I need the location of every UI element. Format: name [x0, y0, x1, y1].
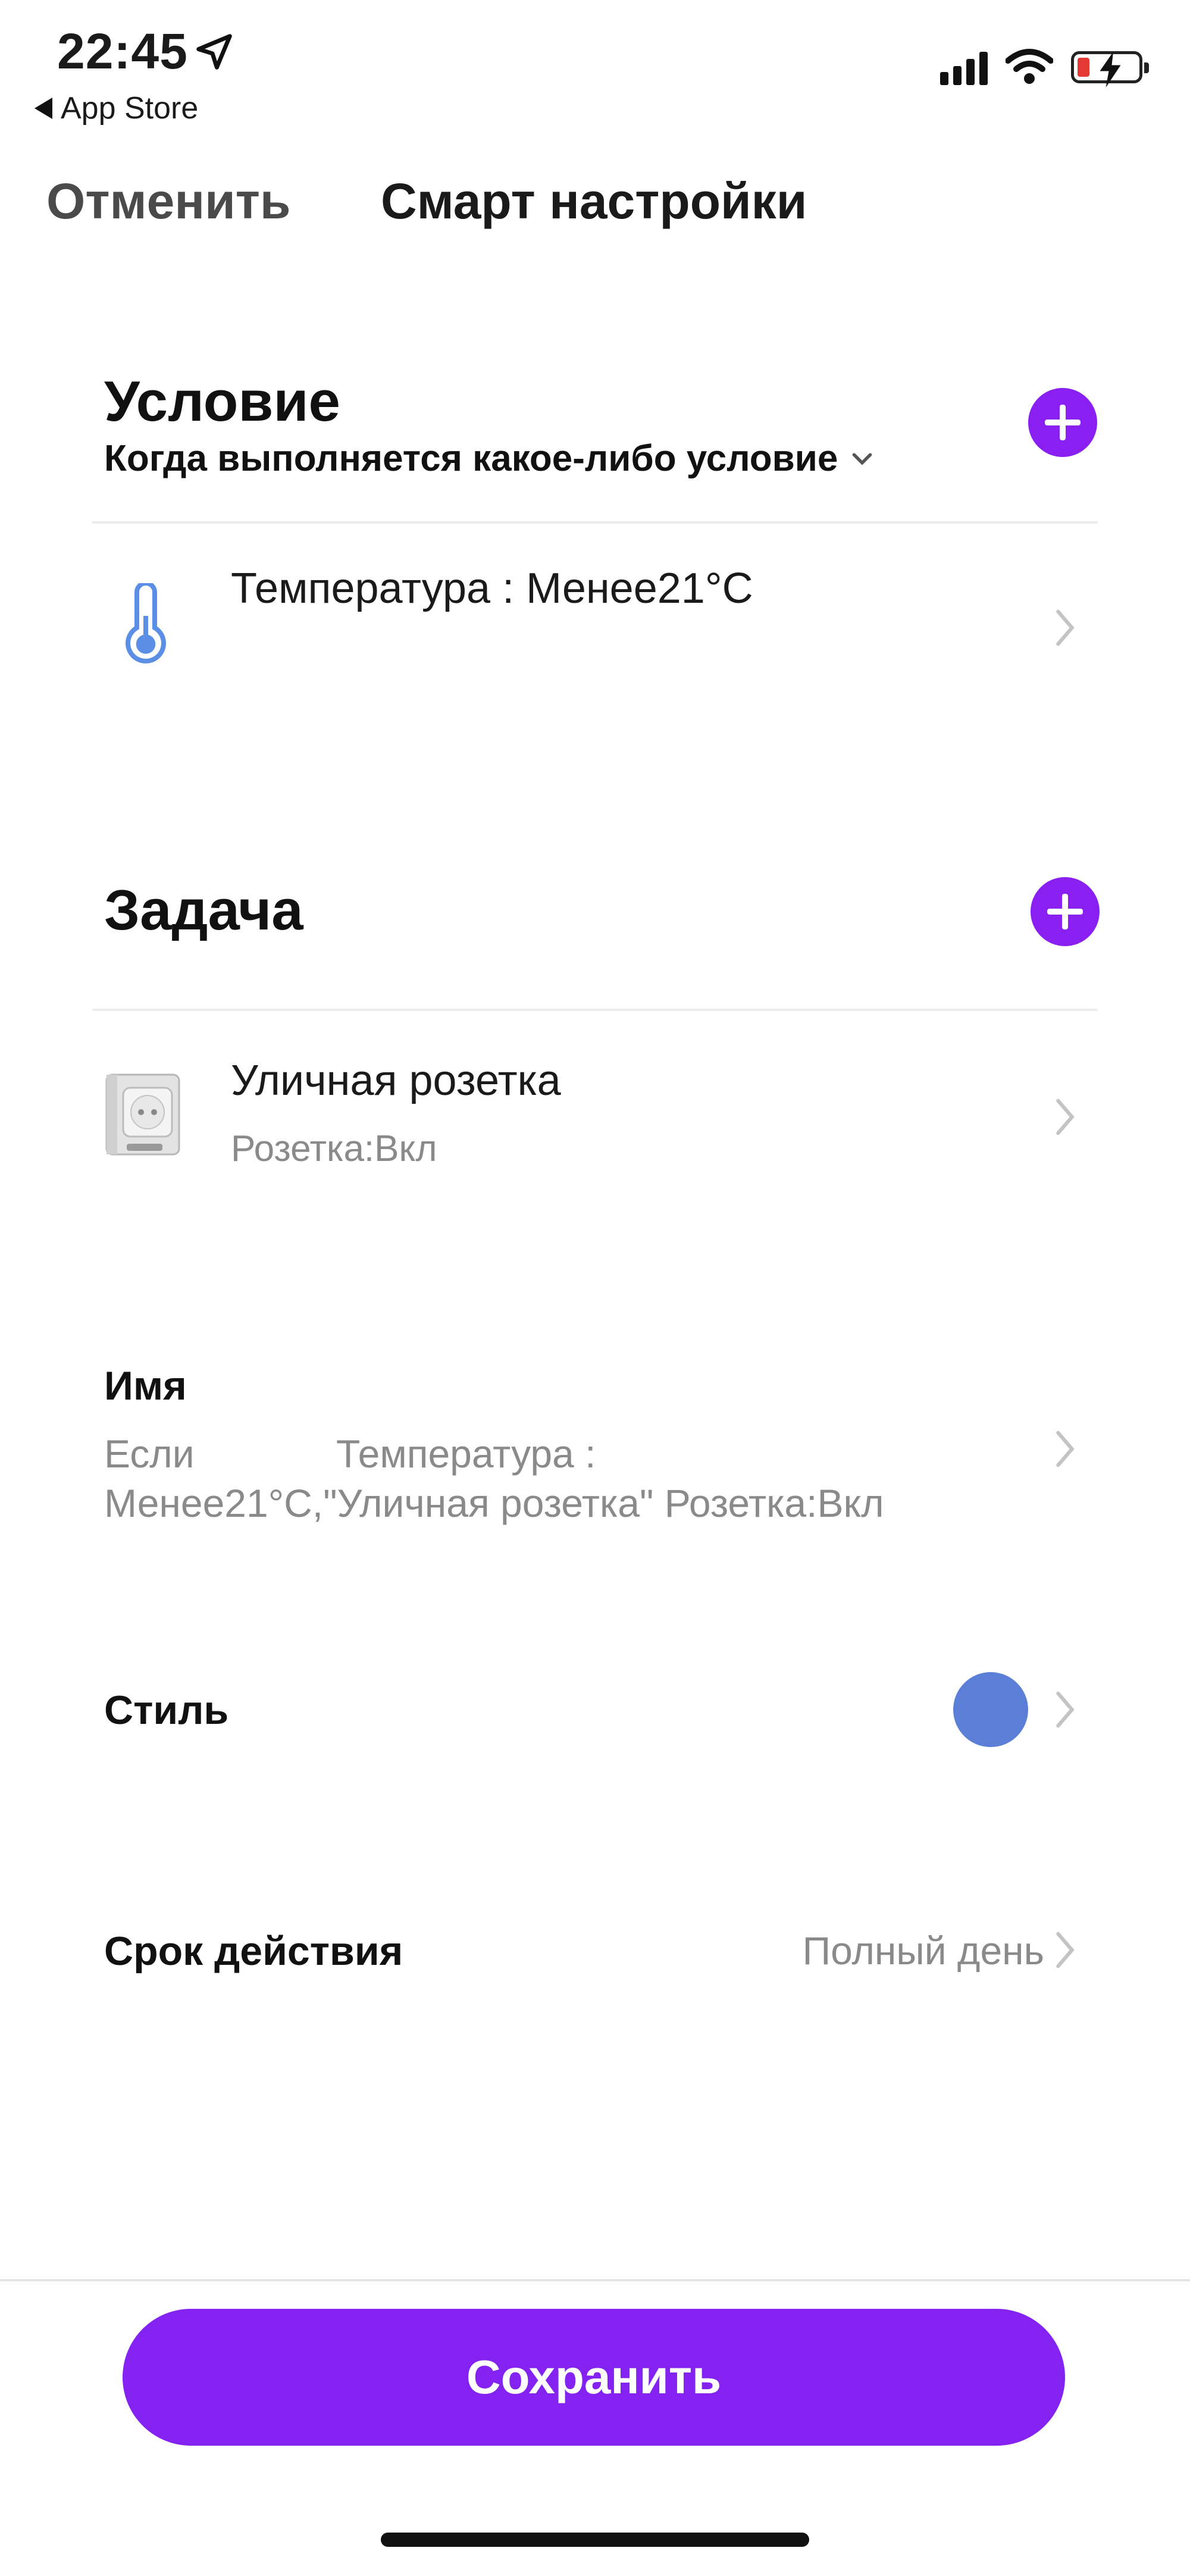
back-triangle-icon — [35, 98, 52, 119]
footer-divider — [0, 2279, 1190, 2281]
back-app-label: App Store — [61, 91, 199, 126]
page-title: Смарт настройки — [381, 173, 807, 229]
validity-label: Срок действия — [104, 1929, 403, 1974]
status-time: 22:45 — [57, 23, 188, 79]
thermometer-icon — [126, 583, 166, 663]
task-device-title: Уличная розетка — [231, 1057, 561, 1104]
name-row[interactable]: Имя Если Температура : Менее21°C,"Улична… — [92, 1345, 1098, 1559]
task-row[interactable]: Уличная розетка Розетка:Вкл — [92, 1023, 1098, 1202]
style-row[interactable]: Стиль — [92, 1660, 1098, 1761]
wifi-icon — [1006, 49, 1053, 84]
divider — [92, 521, 1098, 524]
add-condition-button[interactable] — [1028, 388, 1097, 457]
name-value-line1: Если Температура : — [104, 1432, 596, 1476]
save-button[interactable]: Сохранить — [123, 2309, 1065, 2446]
cellular-signal-icon — [940, 49, 988, 85]
divider — [92, 1009, 1098, 1011]
chevron-down-icon — [853, 452, 872, 465]
location-arrow-icon — [196, 34, 232, 70]
condition-mode-label: Когда выполняется какое-либо условие — [104, 438, 838, 479]
name-label: Имя — [104, 1363, 187, 1408]
condition-title: Температура : Менее21°C — [231, 565, 753, 612]
style-label: Стиль — [104, 1688, 229, 1733]
chevron-right-icon — [1056, 1932, 1075, 1968]
status-indicators — [940, 49, 1149, 87]
charging-bolt-icon — [1100, 52, 1121, 87]
validity-value: Полный день — [802, 1929, 1044, 1973]
outdoor-socket-icon — [105, 1073, 180, 1156]
condition-heading: Условие — [104, 370, 340, 433]
chevron-right-icon — [1056, 1691, 1075, 1728]
chevron-right-icon — [1056, 1098, 1075, 1135]
cancel-button[interactable]: Отменить — [46, 173, 290, 230]
battery-level — [1078, 58, 1089, 77]
chevron-right-icon — [1056, 609, 1075, 646]
chevron-right-icon — [1056, 1431, 1075, 1467]
add-task-button[interactable] — [1031, 877, 1100, 946]
name-value-line2: Менее21°C,"Уличная розетка" Розетка:Вкл — [104, 1481, 884, 1525]
validity-row[interactable]: Срок действия Полный день — [92, 1904, 1098, 1999]
condition-mode-selector[interactable]: Когда выполняется какое-либо условие — [104, 437, 872, 480]
task-heading: Задача — [104, 878, 303, 942]
back-to-app-link[interactable]: App Store — [35, 90, 198, 126]
condition-row[interactable]: Температура : Менее21°C — [92, 536, 1098, 714]
battery-icon — [1071, 51, 1149, 87]
style-color-swatch — [953, 1672, 1028, 1747]
home-indicator[interactable] — [381, 2533, 809, 2547]
task-device-action: Розетка:Вкл — [231, 1128, 437, 1169]
